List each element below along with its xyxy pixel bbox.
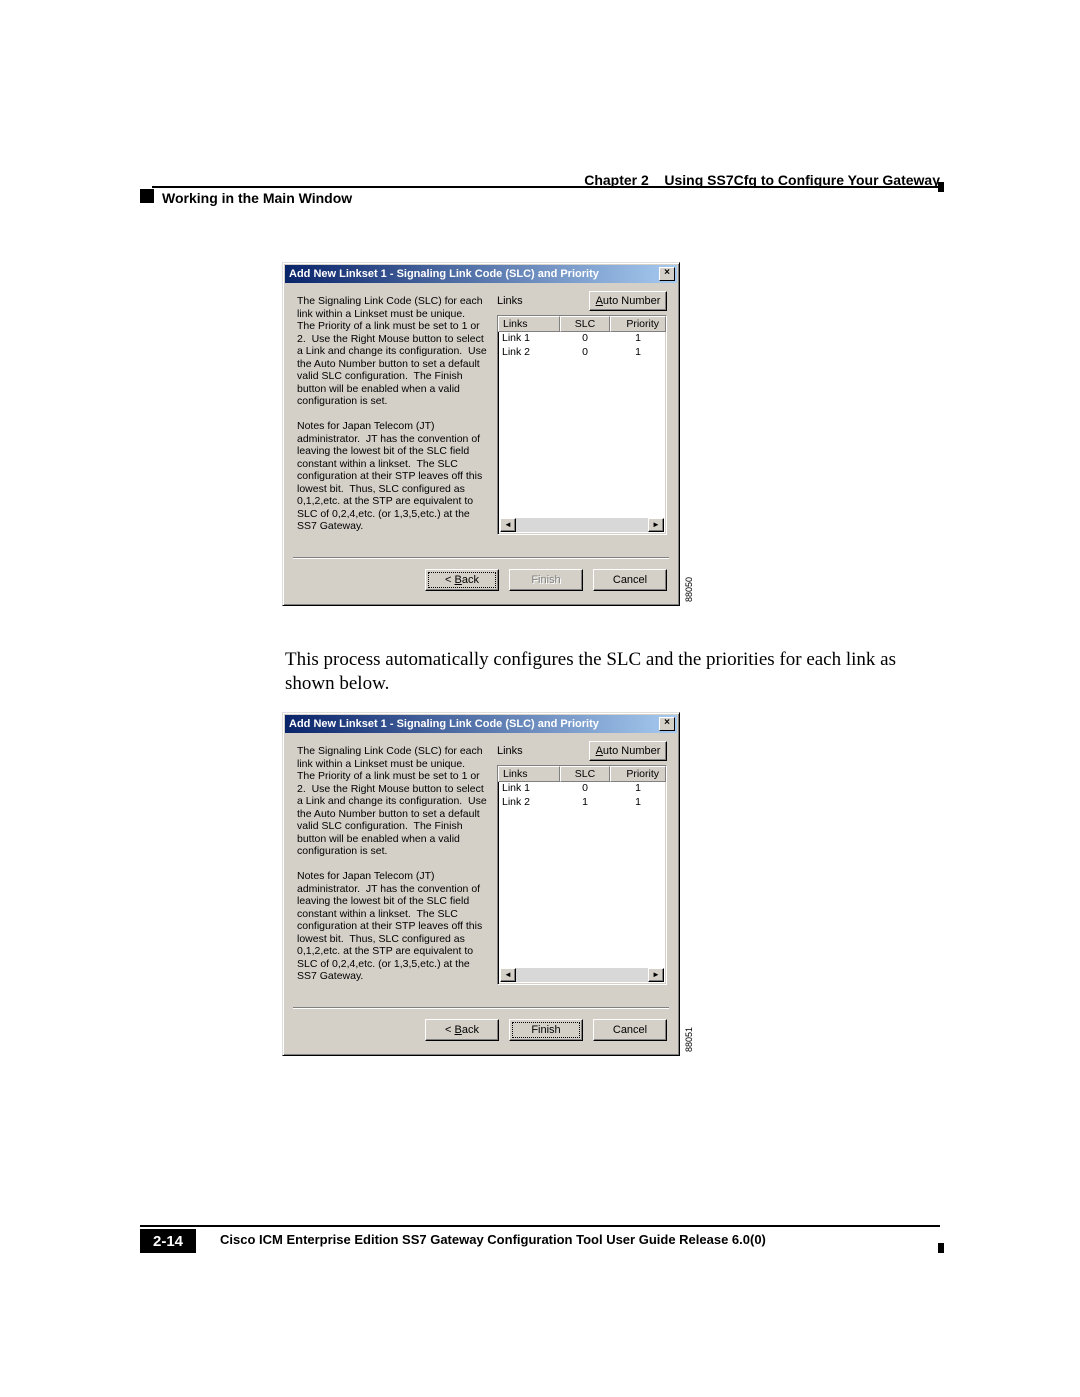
back-button-1[interactable]: < Back [425, 569, 499, 591]
page: Chapter 2 Using SS7Cfg to Configure Your… [0, 0, 1080, 1397]
footer-doc-title: Cisco ICM Enterprise Edition SS7 Gateway… [220, 1232, 940, 1247]
col-links-1[interactable]: Links [498, 316, 560, 332]
figure-dialog-2: 88051 Add New Linkset 1 - Signaling Link… [282, 712, 680, 1056]
col-slc-2[interactable]: SLC [560, 766, 610, 782]
listview-header-2: Links SLC Priority [498, 766, 666, 782]
scroll-right-icon[interactable]: ► [648, 968, 664, 982]
description-text-1: The Signaling Link Code (SLC) for each l… [297, 295, 487, 533]
button-divider-2 [293, 1007, 669, 1009]
list-row[interactable]: Link 2 0 1 [498, 346, 666, 360]
close-button-1[interactable]: × [659, 267, 675, 281]
dialog-body-2: The Signaling Link Code (SLC) for each l… [287, 735, 675, 1051]
titlebar-1[interactable]: Add New Linkset 1 - Signaling Link Code … [285, 265, 677, 283]
button-row-1: < Back Finish Cancel [425, 569, 667, 591]
header-rule [152, 186, 940, 188]
links-listview-2[interactable]: Links SLC Priority Link 1 0 1 Link 2 1 [497, 765, 667, 985]
dialog-2: Add New Linkset 1 - Signaling Link Code … [282, 712, 680, 1056]
listview-header-1: Links SLC Priority [498, 316, 666, 332]
header-rule-end [938, 182, 944, 192]
button-row-2: < Back Finish Cancel [425, 1019, 667, 1041]
finish-button-2[interactable]: Finish [509, 1019, 583, 1041]
dialog-1: Add New Linkset 1 - Signaling Link Code … [282, 262, 680, 606]
footer-tick-icon [938, 1243, 944, 1253]
col-links-2[interactable]: Links [498, 766, 560, 782]
dialog-body-1: The Signaling Link Code (SLC) for each l… [287, 285, 675, 601]
h-scrollbar-2[interactable]: ◄ ► [500, 968, 664, 982]
footer-rule [140, 1225, 940, 1227]
description-text-2: The Signaling Link Code (SLC) for each l… [297, 745, 487, 983]
section-bullet-icon [140, 189, 154, 203]
back-button-2[interactable]: < Back [425, 1019, 499, 1041]
links-label-1: Links [497, 295, 523, 307]
h-scrollbar-1[interactable]: ◄ ► [500, 518, 664, 532]
list-row[interactable]: Link 2 1 1 [498, 796, 666, 810]
body-paragraph: This process automatically configures th… [285, 648, 940, 696]
finish-button-1: Finish [509, 569, 583, 591]
section-title: Working in the Main Window [162, 190, 352, 206]
figure-id-1: 88050 [684, 577, 694, 602]
titlebar-2[interactable]: Add New Linkset 1 - Signaling Link Code … [285, 715, 677, 733]
list-row[interactable]: Link 1 0 1 [498, 782, 666, 796]
auto-number-button-1[interactable]: Auto Number [589, 291, 667, 311]
col-priority-1[interactable]: Priority [610, 316, 666, 332]
dialog-title-2: Add New Linkset 1 - Signaling Link Code … [289, 718, 599, 730]
scroll-left-icon[interactable]: ◄ [500, 968, 516, 982]
page-number: 2-14 [140, 1229, 196, 1253]
scroll-left-icon[interactable]: ◄ [500, 518, 516, 532]
col-priority-2[interactable]: Priority [610, 766, 666, 782]
col-slc-1[interactable]: SLC [560, 316, 610, 332]
scroll-right-icon[interactable]: ► [648, 518, 664, 532]
cancel-button-2[interactable]: Cancel [593, 1019, 667, 1041]
button-divider-1 [293, 557, 669, 559]
links-label-2: Links [497, 745, 523, 757]
list-row[interactable]: Link 1 0 1 [498, 332, 666, 346]
close-button-2[interactable]: × [659, 717, 675, 731]
listview-rows-2: Link 1 0 1 Link 2 1 1 [498, 782, 666, 810]
links-listview-1[interactable]: Links SLC Priority Link 1 0 1 Link 2 0 [497, 315, 667, 535]
figure-dialog-1: 88050 Add New Linkset 1 - Signaling Link… [282, 262, 680, 606]
figure-id-2: 88051 [684, 1027, 694, 1052]
listview-rows-1: Link 1 0 1 Link 2 0 1 [498, 332, 666, 360]
auto-number-button-2[interactable]: Auto Number [589, 741, 667, 761]
cancel-button-1[interactable]: Cancel [593, 569, 667, 591]
dialog-title-1: Add New Linkset 1 - Signaling Link Code … [289, 268, 599, 280]
